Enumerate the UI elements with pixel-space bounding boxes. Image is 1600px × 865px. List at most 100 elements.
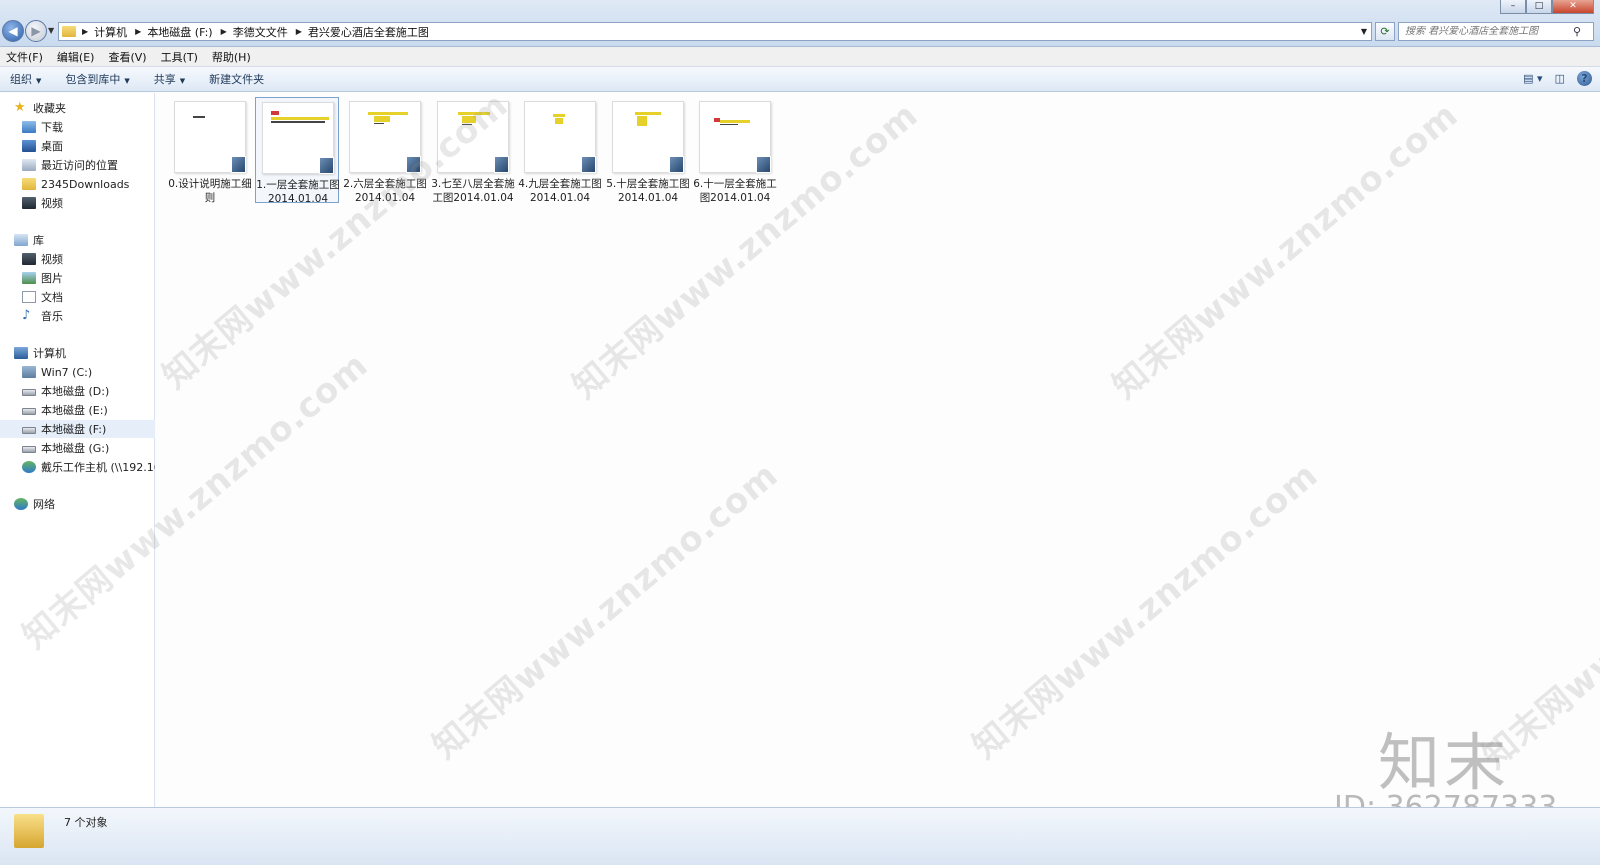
navigation-pane: ★ 收藏夹 下载 桌面 最近访问的位置 2345Downloads 视频 库 视频… xyxy=(0,93,155,807)
sidebar-item-drive-c[interactable]: Win7 (C:) xyxy=(0,363,155,381)
sidebar-item-2345downloads[interactable]: 2345Downloads xyxy=(0,175,155,193)
download-folder-icon xyxy=(22,121,36,133)
title-address-bar: – □ ✕ ◀ ▶ ▼ ▶ 计算机 ▶ 本地磁盘 (F:) ▶ 李德文文件 ▶ … xyxy=(0,0,1600,47)
sidebar-item-drive-d[interactable]: 本地磁盘 (D:) xyxy=(0,382,155,400)
computer-icon xyxy=(14,347,28,359)
sidebar-item-drive-g[interactable]: 本地磁盘 (G:) xyxy=(0,439,155,457)
file-tile[interactable]: 4.九层全套施工图2014.01.04 xyxy=(518,97,602,204)
organize-button[interactable]: 组织 ▼ xyxy=(10,71,41,87)
breadcrumb-current-folder[interactable]: 君兴爱心酒店全套施工图 xyxy=(308,24,429,40)
file-thumbnail xyxy=(524,101,596,173)
chevron-right-icon[interactable]: ▶ xyxy=(82,27,88,36)
menu-edit[interactable]: 编辑(E) xyxy=(57,49,95,65)
close-button[interactable]: ✕ xyxy=(1552,0,1594,14)
status-bar: 7 个对象 xyxy=(0,807,1600,865)
chevron-right-icon[interactable]: ▶ xyxy=(135,27,141,36)
sidebar-item-drive-e[interactable]: 本地磁盘 (E:) xyxy=(0,401,155,419)
file-name: 1.一层全套施工图2014.01.04 xyxy=(256,179,340,205)
change-view-icon[interactable]: ▤ ▾ xyxy=(1523,72,1542,85)
chevron-right-icon[interactable]: ▶ xyxy=(221,27,227,36)
refresh-button[interactable]: ⟳ xyxy=(1375,22,1395,41)
caret-down-icon: ▼ xyxy=(36,77,42,85)
sidebar-item-music[interactable]: ♪ 音乐 xyxy=(0,307,155,325)
preview-pane-icon[interactable]: ◫ xyxy=(1555,72,1565,85)
forward-button[interactable]: ▶ xyxy=(25,20,47,42)
file-tile[interactable]: 5.十层全套施工图2014.01.04 xyxy=(606,97,690,204)
view-controls: ▤ ▾ ◫ ? xyxy=(1511,71,1592,86)
file-thumbnail xyxy=(174,101,246,173)
refresh-icon: ⟳ xyxy=(1380,25,1390,38)
menu-view[interactable]: 查看(V) xyxy=(108,49,146,65)
address-bar[interactable]: ▶ 计算机 ▶ 本地磁盘 (F:) ▶ 李德文文件 ▶ 君兴爱心酒店全套施工图 … xyxy=(58,22,1372,41)
file-list-area[interactable]: 0.设计说明施工细则 1.一层全套施工图2014.01.04 2.六层全套施工图… xyxy=(156,93,1600,807)
include-in-library-button[interactable]: 包含到库中 ▼ xyxy=(65,71,129,87)
arrow-right-icon: ▶ xyxy=(31,24,41,38)
recent-places-icon xyxy=(22,159,36,171)
sidebar-item-desktop[interactable]: 桌面 xyxy=(0,137,155,155)
maximize-button[interactable]: □ xyxy=(1526,0,1552,14)
file-tile[interactable]: 3.七至八层全套施工图2014.01.04 xyxy=(431,97,515,204)
file-name: 0.设计说明施工细则 xyxy=(168,178,252,204)
star-icon: ★ xyxy=(14,100,26,115)
sidebar-computer[interactable]: 计算机 xyxy=(0,344,155,362)
folder-icon xyxy=(62,26,76,37)
folder-icon xyxy=(22,178,36,190)
autocad-file-icon xyxy=(669,156,684,173)
autocad-file-icon xyxy=(406,156,421,173)
window-controls: – □ ✕ xyxy=(1500,0,1594,14)
system-drive-icon xyxy=(22,366,36,378)
search-input[interactable] xyxy=(1405,26,1573,37)
file-name: 6.十一层全套施工图2014.01.04 xyxy=(693,178,777,204)
sidebar-libraries[interactable]: 库 xyxy=(0,231,155,249)
breadcrumb-drive-f[interactable]: 本地磁盘 (F:) xyxy=(147,24,212,40)
recent-pages-dropdown[interactable]: ▼ xyxy=(48,26,54,35)
breadcrumb-folder-li[interactable]: 李德文文件 xyxy=(233,24,288,40)
file-tile[interactable]: 2.六层全套施工图2014.01.04 xyxy=(343,97,427,204)
menu-tools[interactable]: 工具(T) xyxy=(161,49,198,65)
breadcrumb-computer[interactable]: 计算机 xyxy=(94,24,127,40)
sidebar-item-documents[interactable]: 文档 xyxy=(0,288,155,306)
search-icon[interactable]: ⚲ xyxy=(1573,25,1587,38)
sidebar-item-recent-places[interactable]: 最近访问的位置 xyxy=(0,156,155,174)
folder-icon xyxy=(14,814,44,848)
file-thumbnail xyxy=(349,101,421,173)
file-tile[interactable]: 6.十一层全套施工图2014.01.04 xyxy=(693,97,777,204)
hard-drive-icon xyxy=(22,408,36,415)
desktop-icon xyxy=(22,140,36,152)
address-dropdown-icon[interactable]: ▼ xyxy=(1357,27,1371,36)
help-icon[interactable]: ? xyxy=(1577,71,1592,86)
menu-help[interactable]: 帮助(H) xyxy=(212,49,251,65)
new-folder-button[interactable]: 新建文件夹 xyxy=(209,71,264,87)
search-box[interactable]: ⚲ xyxy=(1398,22,1594,41)
chevron-right-icon[interactable]: ▶ xyxy=(296,27,302,36)
file-thumbnail xyxy=(262,102,334,174)
file-thumbnail xyxy=(699,101,771,173)
file-tile-selected[interactable]: 1.一层全套施工图2014.01.04 xyxy=(255,97,340,205)
back-button[interactable]: ◀ xyxy=(2,20,24,42)
network-icon xyxy=(14,498,28,510)
file-name: 3.七至八层全套施工图2014.01.04 xyxy=(431,178,515,204)
sidebar-favorites[interactable]: ★ 收藏夹 xyxy=(0,99,155,117)
video-icon xyxy=(22,253,36,265)
autocad-file-icon xyxy=(319,157,334,174)
library-icon xyxy=(14,234,28,246)
sidebar-item-videos[interactable]: 视频 xyxy=(0,250,155,268)
caret-down-icon: ▼ xyxy=(124,77,130,85)
minimize-button[interactable]: – xyxy=(1500,0,1526,14)
sidebar-item-videos-fav[interactable]: 视频 xyxy=(0,194,155,212)
menu-bar: 文件(F) 编辑(E) 查看(V) 工具(T) 帮助(H) xyxy=(0,47,1600,67)
watermark-logo: 知末 xyxy=(1378,726,1511,799)
file-name: 4.九层全套施工图2014.01.04 xyxy=(518,178,602,204)
file-tile[interactable]: 0.设计说明施工细则 xyxy=(168,97,252,204)
hard-drive-icon xyxy=(22,427,36,434)
share-button[interactable]: 共享 ▼ xyxy=(154,71,185,87)
autocad-file-icon xyxy=(756,156,771,173)
menu-file[interactable]: 文件(F) xyxy=(6,49,43,65)
sidebar-item-pictures[interactable]: 图片 xyxy=(0,269,155,287)
file-name: 2.六层全套施工图2014.01.04 xyxy=(343,178,427,204)
sidebar-item-network-drive[interactable]: 戴乐工作主机 (\\192.168. xyxy=(0,458,155,476)
sidebar-network[interactable]: 网络 xyxy=(0,495,155,513)
sidebar-item-drive-f[interactable]: 本地磁盘 (F:) xyxy=(0,420,155,438)
sidebar-item-downloads[interactable]: 下载 xyxy=(0,118,155,136)
hard-drive-icon xyxy=(22,446,36,453)
